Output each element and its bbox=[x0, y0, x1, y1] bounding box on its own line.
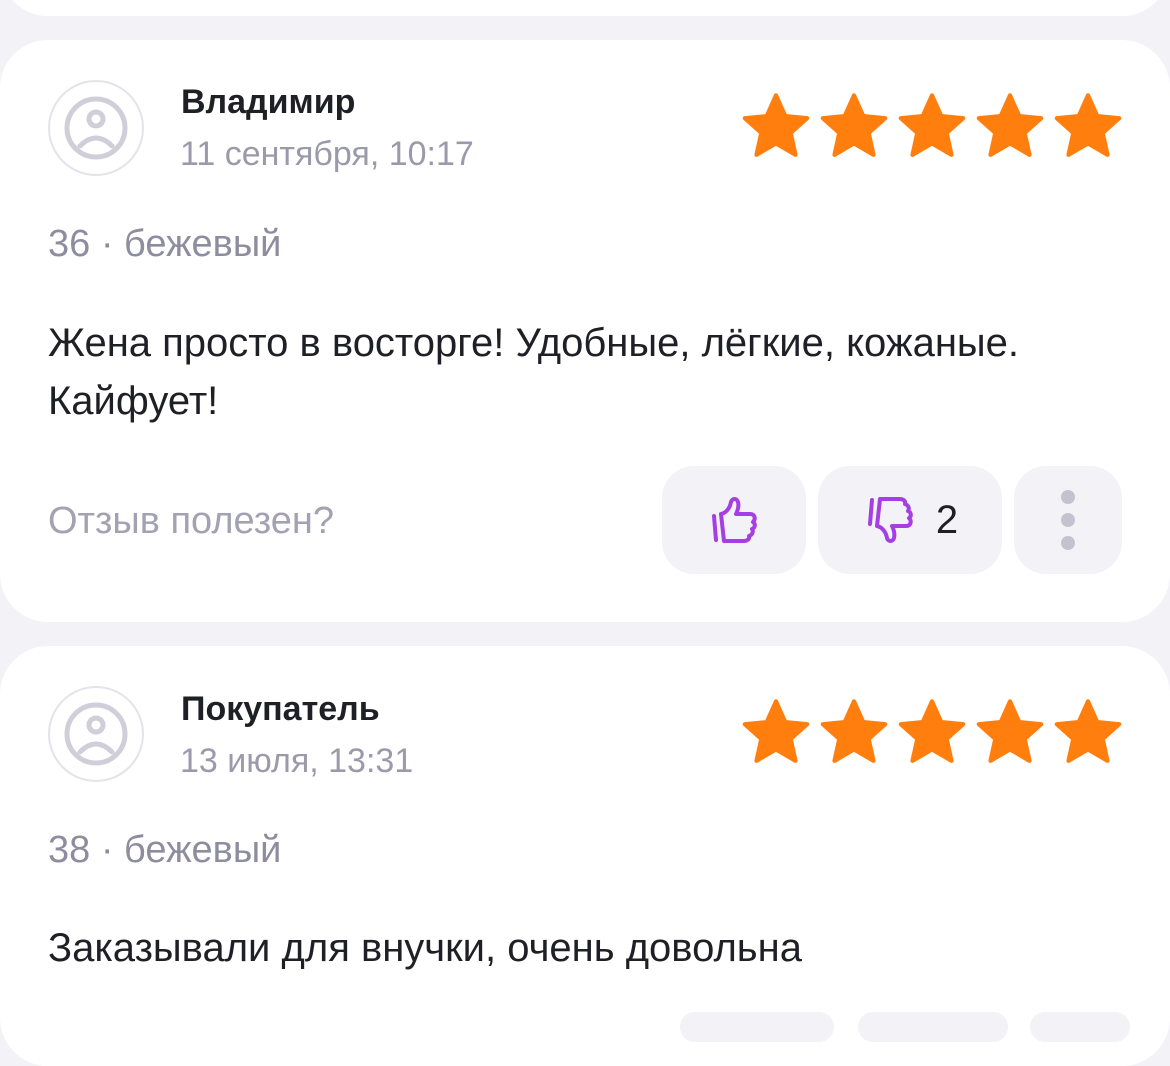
star-icon bbox=[820, 93, 888, 157]
rating-stars bbox=[740, 696, 1124, 768]
review-author: Владимир bbox=[181, 83, 356, 121]
rating-stars bbox=[740, 90, 1124, 162]
avatar bbox=[48, 80, 144, 176]
thumbs-up-icon bbox=[712, 497, 757, 543]
star-icon bbox=[898, 93, 966, 157]
star-icon bbox=[742, 93, 810, 157]
review-text: Заказывали для внучки, очень довольна bbox=[48, 926, 802, 970]
more-options-button[interactable] bbox=[1014, 466, 1122, 574]
review-variant: 38 · бежевый bbox=[48, 829, 282, 871]
dislike-count: 2 bbox=[935, 497, 959, 542]
sad-face-icon bbox=[64, 96, 128, 160]
like-button[interactable] bbox=[662, 466, 806, 574]
useful-prompt: Отзыв полезен? bbox=[48, 500, 335, 542]
star-icon bbox=[976, 699, 1044, 763]
more-dots-icon bbox=[1061, 513, 1075, 527]
star-icon bbox=[820, 699, 888, 763]
review-card: Покупатель 13 июля, 13:31 38 · бежевый З… bbox=[0, 646, 1170, 1066]
review-date: 13 июля, 13:31 bbox=[180, 742, 414, 780]
avatar bbox=[48, 686, 144, 782]
review-author: Покупатель bbox=[181, 690, 380, 728]
previous-review-card bbox=[0, 0, 1170, 16]
review-text: Жена просто в восторге! Удобные, лёгкие,… bbox=[48, 321, 1020, 423]
star-icon bbox=[898, 699, 966, 763]
more-dots-icon bbox=[1061, 536, 1075, 550]
star-icon bbox=[976, 93, 1044, 157]
review-variant: 36 · бежевый bbox=[48, 223, 282, 265]
more-dots-icon bbox=[1061, 490, 1075, 504]
star-icon bbox=[1054, 93, 1122, 157]
star-icon bbox=[742, 699, 810, 763]
star-icon bbox=[1054, 699, 1122, 763]
review-card: Владимир 11 сентября, 10:17 36 · бежевый… bbox=[0, 40, 1170, 622]
sad-face-icon bbox=[64, 702, 128, 766]
review-date: 11 сентября, 10:17 bbox=[180, 135, 474, 173]
thumbs-down-icon bbox=[867, 497, 913, 543]
dislike-button[interactable]: 2 bbox=[818, 466, 1002, 574]
